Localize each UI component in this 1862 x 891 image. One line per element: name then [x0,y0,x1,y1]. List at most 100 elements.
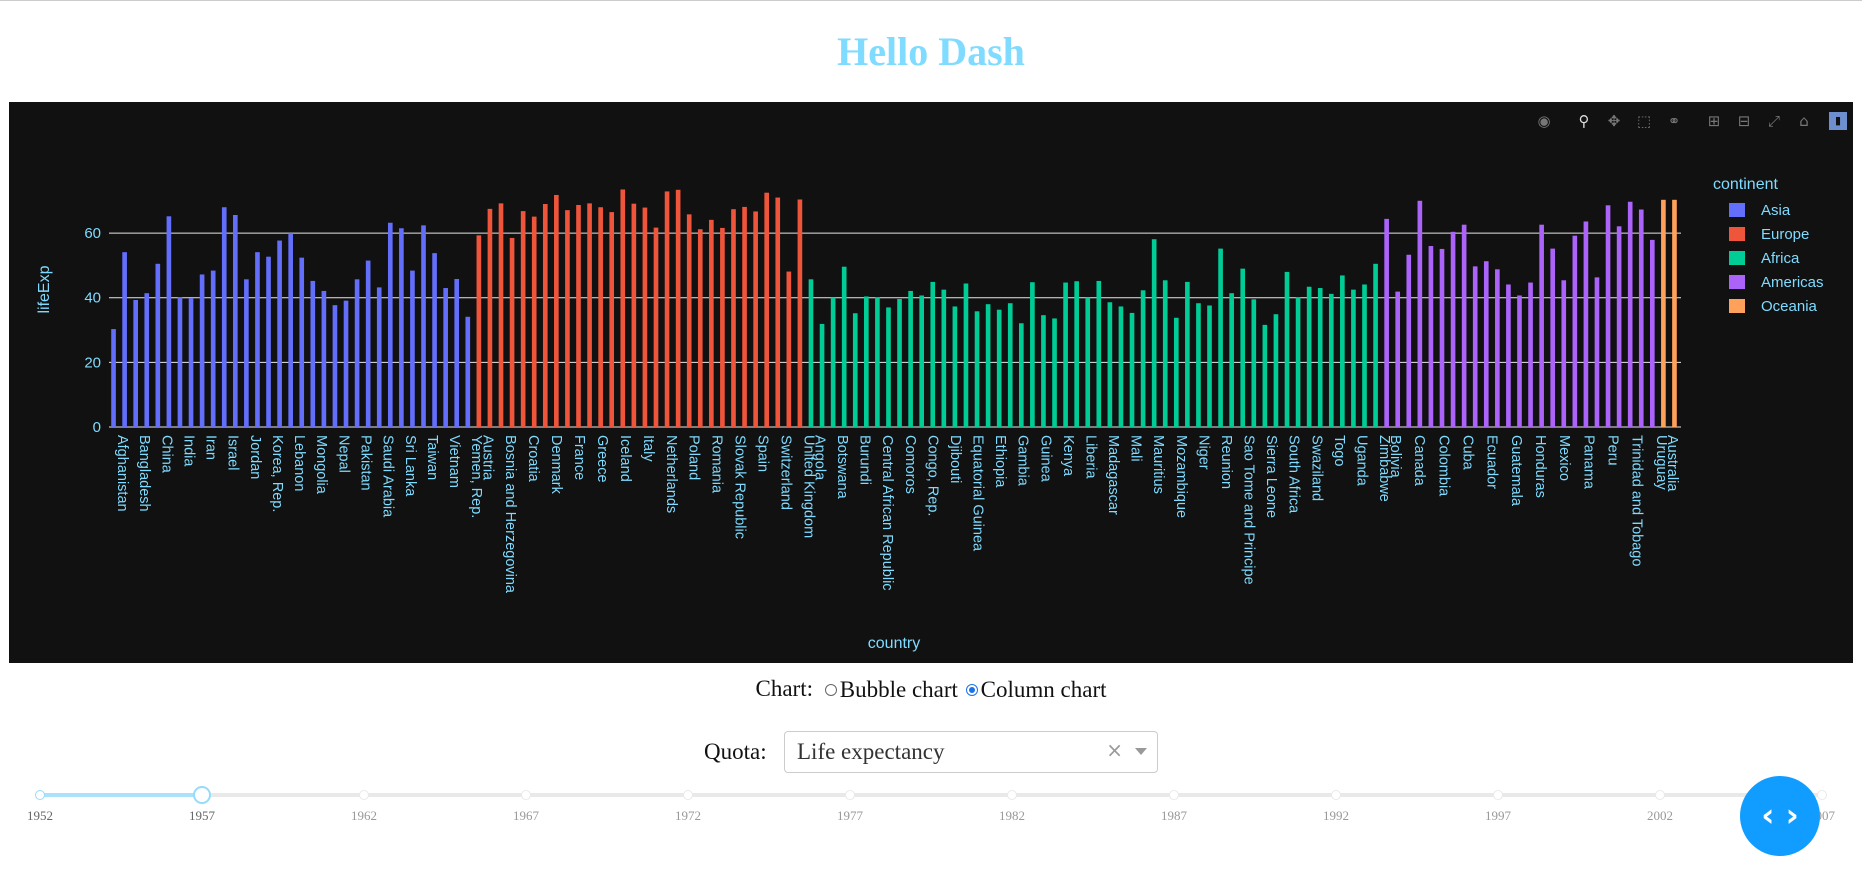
slider-mark-label[interactable]: 2002 [1635,808,1685,824]
bar [531,216,537,427]
autoscale-icon[interactable]: ⤢ [1763,110,1785,132]
bar [199,274,205,427]
bar [354,279,360,427]
bar [565,210,570,427]
code-button[interactable]: ‹ › [1740,776,1820,856]
bar [742,206,747,427]
bar [410,270,415,427]
pan-icon[interactable]: ✥ [1603,110,1625,132]
x-tick-label: Kenya [1060,435,1076,477]
bar [443,288,448,427]
legend-item: Americas [1761,274,1824,291]
x-tick-label: Australia [1664,435,1680,492]
bar [1085,297,1091,427]
clear-icon[interactable]: × [1106,738,1123,762]
bar [321,290,327,427]
bar [188,298,194,427]
bar [1185,281,1190,427]
bubble-chart-radio[interactable]: Bubble chart [824,677,958,703]
bar [1240,268,1246,427]
bar [1472,266,1478,427]
radio-dot[interactable] [965,684,978,696]
chevron-down-icon[interactable] [1135,748,1147,755]
x-tick-label: Taiwan [424,435,440,480]
slider-dot[interactable] [359,790,369,800]
slider-mark-label[interactable]: 1997 [1473,808,1523,824]
life-expectancy-graph[interactable]: 0 20 40 60 lifeExp country Afghanistan Banglade… [9,102,1853,663]
radio-dot[interactable] [824,684,837,696]
x-tick-label: Mauritius [1150,435,1166,494]
bar [642,207,648,427]
bar [1196,303,1201,427]
legend-swatch [1729,299,1745,313]
slider-mark-label[interactable]: 1972 [663,808,713,824]
zoom-in-icon[interactable]: ⊞ [1703,110,1725,132]
legend-swatch [1729,275,1745,289]
bar [609,212,615,427]
slider-dot[interactable] [1655,790,1665,800]
slider-track [40,793,202,797]
x-tick-label: Spain [754,435,770,472]
plotly-logo-icon[interactable]: ▮ [1829,112,1847,130]
slider-dot[interactable] [1331,790,1341,800]
bar [1638,209,1644,427]
legend-swatch [1729,227,1745,241]
slider-mark-label[interactable]: 1962 [339,808,389,824]
camera-icon[interactable]: ◉ [1533,110,1555,132]
slider-dot[interactable] [683,790,693,800]
slider-mark-label[interactable]: 1982 [987,808,1037,824]
slider-mark-label[interactable]: 1967 [501,808,551,824]
slider-rail[interactable] [40,793,1822,797]
year-slider[interactable]: 1952 1957 1962 1967 1972 1977 1982 1987 1992 1997… [0,780,1862,840]
slider-mark-label[interactable]: 1977 [825,808,875,824]
x-tick-label: Lebanon [291,435,307,491]
y-tick-label: 0 [93,419,101,436]
slider-dot[interactable] [521,790,531,800]
bar [675,189,681,427]
x-tick-label: Mongolia [313,435,329,495]
x-tick-label: Jordan [247,435,263,479]
slider-mark-label[interactable]: 1992 [1311,808,1361,824]
bar [919,295,925,427]
zoom-out-icon[interactable]: ⊟ [1733,110,1755,132]
slider-dot[interactable] [1007,790,1017,800]
bar [1207,305,1212,427]
bar [310,280,316,427]
y-tick-label: 60 [84,225,101,242]
quota-selected-value: Life expectancy [797,739,945,764]
bar [1273,314,1279,427]
bar [1417,200,1423,427]
slider-handle[interactable] [193,786,211,804]
x-tick-label: Saudi Arabia [380,435,396,518]
bar [852,313,858,427]
column-chart-radio[interactable]: Column chart [965,677,1107,703]
x-tick-label: South Africa [1286,435,1302,514]
slider-dot[interactable] [1493,790,1503,800]
x-tick-label: Nepal [335,435,351,473]
slider-mark-label[interactable]: 1952 [15,808,65,824]
zoom-icon[interactable]: ⚲ [1573,110,1595,132]
slider-dot[interactable] [35,790,45,800]
bar [1262,324,1268,427]
lasso-icon[interactable]: ⚭ [1663,110,1685,132]
slider-dot[interactable] [1169,790,1179,800]
x-tick-label: Sierra Leone [1263,435,1279,518]
bar [166,216,172,427]
slider-dot[interactable] [1817,790,1827,800]
box-select-icon[interactable]: ⬚ [1633,110,1655,132]
bar [1096,280,1102,427]
bar [576,204,581,427]
bar [299,257,305,427]
slider-dot[interactable] [845,790,855,800]
quota-dropdown[interactable]: Life expectancy × [784,731,1158,773]
x-tick-label: Togo [1331,435,1347,466]
quota-label: Quota: [704,739,767,764]
reset-axes-icon[interactable]: ⌂ [1793,110,1815,132]
legend-item: Oceania [1761,298,1818,315]
bar [875,297,880,427]
x-tick-label: China [158,435,174,474]
bar [697,229,703,427]
slider-mark-label[interactable]: 1957 [177,808,227,824]
bar [232,215,238,427]
slider-mark-label[interactable]: 1987 [1149,808,1199,824]
